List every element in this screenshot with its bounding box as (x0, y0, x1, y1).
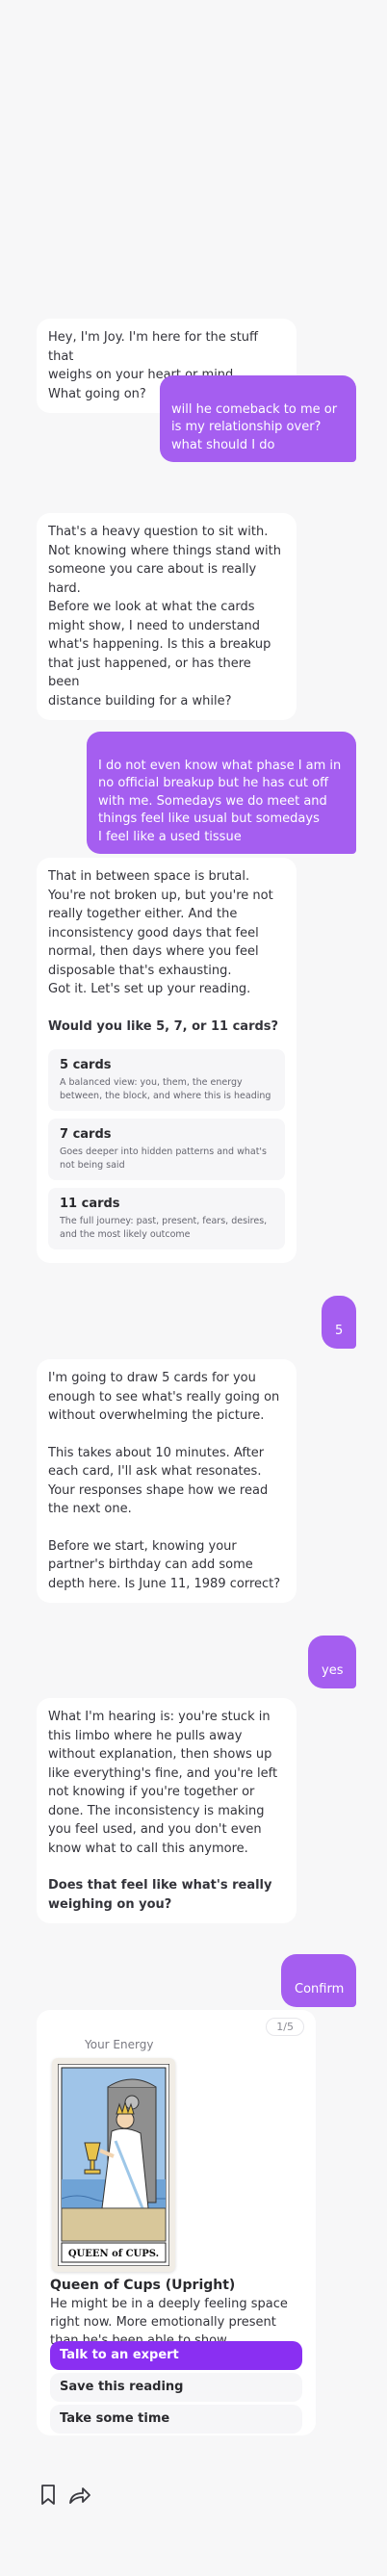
option-title: 5 cards (60, 1058, 112, 1072)
message-text: That in between space is brutal. You're … (48, 869, 273, 996)
message-text: Confirm (295, 1981, 345, 1996)
card-counter: 1/5 (266, 2018, 304, 2036)
assistant-message: That in between space is brutal. You're … (37, 858, 297, 1263)
option-description: A balanced view: you, them, the energy b… (60, 1077, 271, 1101)
user-message: 5 (322, 1296, 356, 1349)
card-position-label: Your Energy (85, 2038, 154, 2051)
user-message: Confirm (281, 1954, 356, 2007)
bookmark-icon[interactable] (39, 2484, 58, 2511)
message-text: What I'm hearing is: you're stuck in thi… (48, 1710, 278, 1856)
message-text: I do not even know what phase I am in no… (98, 758, 342, 844)
option-description: Goes deeper into hidden patterns and wha… (60, 1146, 267, 1171)
option-5-cards[interactable]: 5 cards A balanced view: you, them, the … (48, 1049, 285, 1111)
assistant-message: I'm going to draw 5 cards for you enough… (37, 1359, 297, 1603)
assistant-message: What I'm hearing is: you're stuck in thi… (37, 1698, 297, 1923)
message-text: yes (322, 1662, 344, 1678)
option-title: 11 cards (60, 1197, 120, 1211)
tarot-reading-card: 1/5 Your Energy QUEEN of CUPS. Queen of … (37, 2010, 316, 2435)
save-reading-button[interactable]: Save this reading (50, 2373, 302, 2402)
user-message: yes (308, 1636, 356, 1688)
confirmation-question: Does that feel like what's really weighi… (48, 1878, 272, 1912)
take-some-time-button[interactable]: Take some time (50, 2405, 302, 2434)
option-title: 7 cards (60, 1127, 112, 1142)
message-text: Before we start, knowing your partner's … (48, 1538, 281, 1591)
card-title: Queen of Cups (Upright) (50, 2278, 236, 2293)
message-text: will he comeback to me or is my relation… (171, 401, 338, 452)
card-count-question: Would you like 5, 7, or 11 cards? (48, 1018, 279, 1034)
queen-of-cups-illustration: QUEEN of CUPS. (58, 2064, 169, 2266)
option-description: The full journey: past, present, fears, … (60, 1216, 268, 1240)
option-11-cards[interactable]: 11 cards The full journey: past, present… (48, 1188, 285, 1249)
option-7-cards[interactable]: 7 cards Goes deeper into hidden patterns… (48, 1119, 285, 1180)
message-text: 5 (335, 1323, 344, 1338)
tarot-card-image[interactable]: QUEEN of CUPS. (52, 2058, 175, 2272)
message-text: I'm going to draw 5 cards for you enough… (48, 1371, 280, 1423)
card-name-text: QUEEN of CUPS. (68, 2249, 159, 2259)
message-text: This takes about 10 minutes. After each … (48, 1445, 269, 1517)
share-arrow-icon[interactable] (67, 2484, 92, 2511)
card-count-options: 5 cards A balanced view: you, them, the … (48, 1049, 285, 1249)
assistant-message: That's a heavy question to sit with. Not… (37, 513, 297, 720)
talk-to-expert-button[interactable]: Talk to an expert (50, 2341, 302, 2370)
user-message: I do not even know what phase I am in no… (87, 732, 356, 854)
message-text: That's a heavy question to sit with. Not… (48, 525, 281, 708)
user-message: will he comeback to me or is my relation… (160, 375, 356, 462)
